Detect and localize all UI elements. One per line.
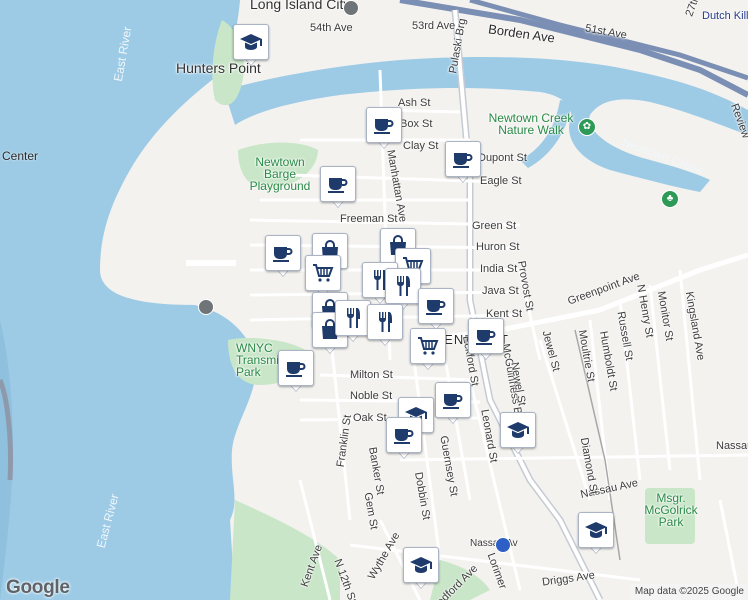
place-label-msgr-mcgolrick-park: Msgr. McGolrick Park: [644, 491, 698, 529]
street-label: Green St: [472, 220, 517, 232]
subway-icon: [495, 537, 511, 553]
marker-cafe[interactable]: [468, 318, 504, 360]
place-label-long-island-city: Long Island City: [250, 0, 351, 12]
marker-school[interactable]: [578, 512, 614, 554]
marker-grocery[interactable]: [410, 328, 446, 370]
marker-cafe[interactable]: [278, 350, 314, 392]
marker-cafe[interactable]: [386, 417, 422, 459]
marker-school[interactable]: [500, 412, 536, 454]
cafe-icon: [445, 141, 481, 177]
school-icon: [233, 24, 269, 60]
restaurant-icon: [367, 304, 403, 340]
marker-cafe[interactable]: [435, 382, 471, 424]
cafe-icon: [366, 107, 402, 143]
place-label-newtown-barge-playground: Newtown Barge Playground: [249, 155, 311, 193]
marker-cafe[interactable]: [366, 107, 402, 149]
street-label: Milton St: [350, 369, 393, 381]
map-canvas[interactable]: East River East River Long Island City H…: [0, 0, 748, 600]
street-label: Ash St: [398, 97, 431, 109]
cafe-icon: [265, 235, 301, 271]
street-label: Noble St: [350, 390, 393, 402]
cafe-icon: [435, 382, 471, 418]
cafe-icon: [320, 166, 356, 202]
place-label-wnyc-transmitter-park: WNYC Transmitter Park: [236, 341, 297, 379]
marker-cafe[interactable]: [320, 166, 356, 208]
street-label: Box St: [400, 118, 433, 130]
street-label: Huron St: [476, 241, 520, 253]
grocery-icon: [305, 255, 341, 291]
cafe-icon: [278, 350, 314, 386]
tree-icon: ♣: [661, 190, 679, 208]
marker-school[interactable]: [233, 24, 269, 66]
street-label: Eagle St: [480, 175, 522, 187]
cafe-icon: [468, 318, 504, 354]
place-label-newtown-creek-nature-walk: Newtown Creek Nature Walk: [488, 111, 574, 137]
marker-cafe[interactable]: [265, 235, 301, 277]
grocery-icon: [410, 328, 446, 364]
street-label: India St: [480, 263, 518, 275]
marker-restaurant[interactable]: [367, 304, 403, 346]
place-label-dutch-kills: Dutch Kills: [702, 10, 748, 22]
school-icon: [403, 547, 439, 583]
school-icon: [578, 512, 614, 548]
restaurant-icon: [385, 268, 421, 304]
google-logo[interactable]: Google: [6, 577, 70, 599]
street-label: Freeman St: [340, 213, 398, 225]
cafe-icon: [418, 288, 454, 324]
cafe-icon: [386, 417, 422, 453]
marker-cafe[interactable]: [445, 141, 481, 183]
street-label: 54th Ave: [310, 22, 353, 34]
street-label: Java St: [482, 285, 519, 297]
marker-grocery[interactable]: [305, 255, 341, 297]
station-icon: [343, 0, 359, 16]
street-label: Nassau: [716, 440, 748, 452]
attribution[interactable]: Map data ©2025 Google: [630, 584, 748, 600]
street-label: Dupont St: [478, 152, 527, 164]
street-label: Oak St: [353, 412, 387, 424]
street-label: 53rd Ave: [412, 20, 456, 32]
marker-restaurant[interactable]: [335, 300, 371, 342]
marker-cafe[interactable]: [418, 288, 454, 330]
school-icon: [500, 412, 536, 448]
ferry-icon: [198, 299, 214, 315]
park-icon: ✿: [578, 118, 596, 136]
restaurant-icon: [335, 300, 371, 336]
street-label: Clay St: [403, 140, 439, 152]
marker-school[interactable]: [403, 547, 439, 589]
place-label-center: Center: [2, 149, 39, 163]
